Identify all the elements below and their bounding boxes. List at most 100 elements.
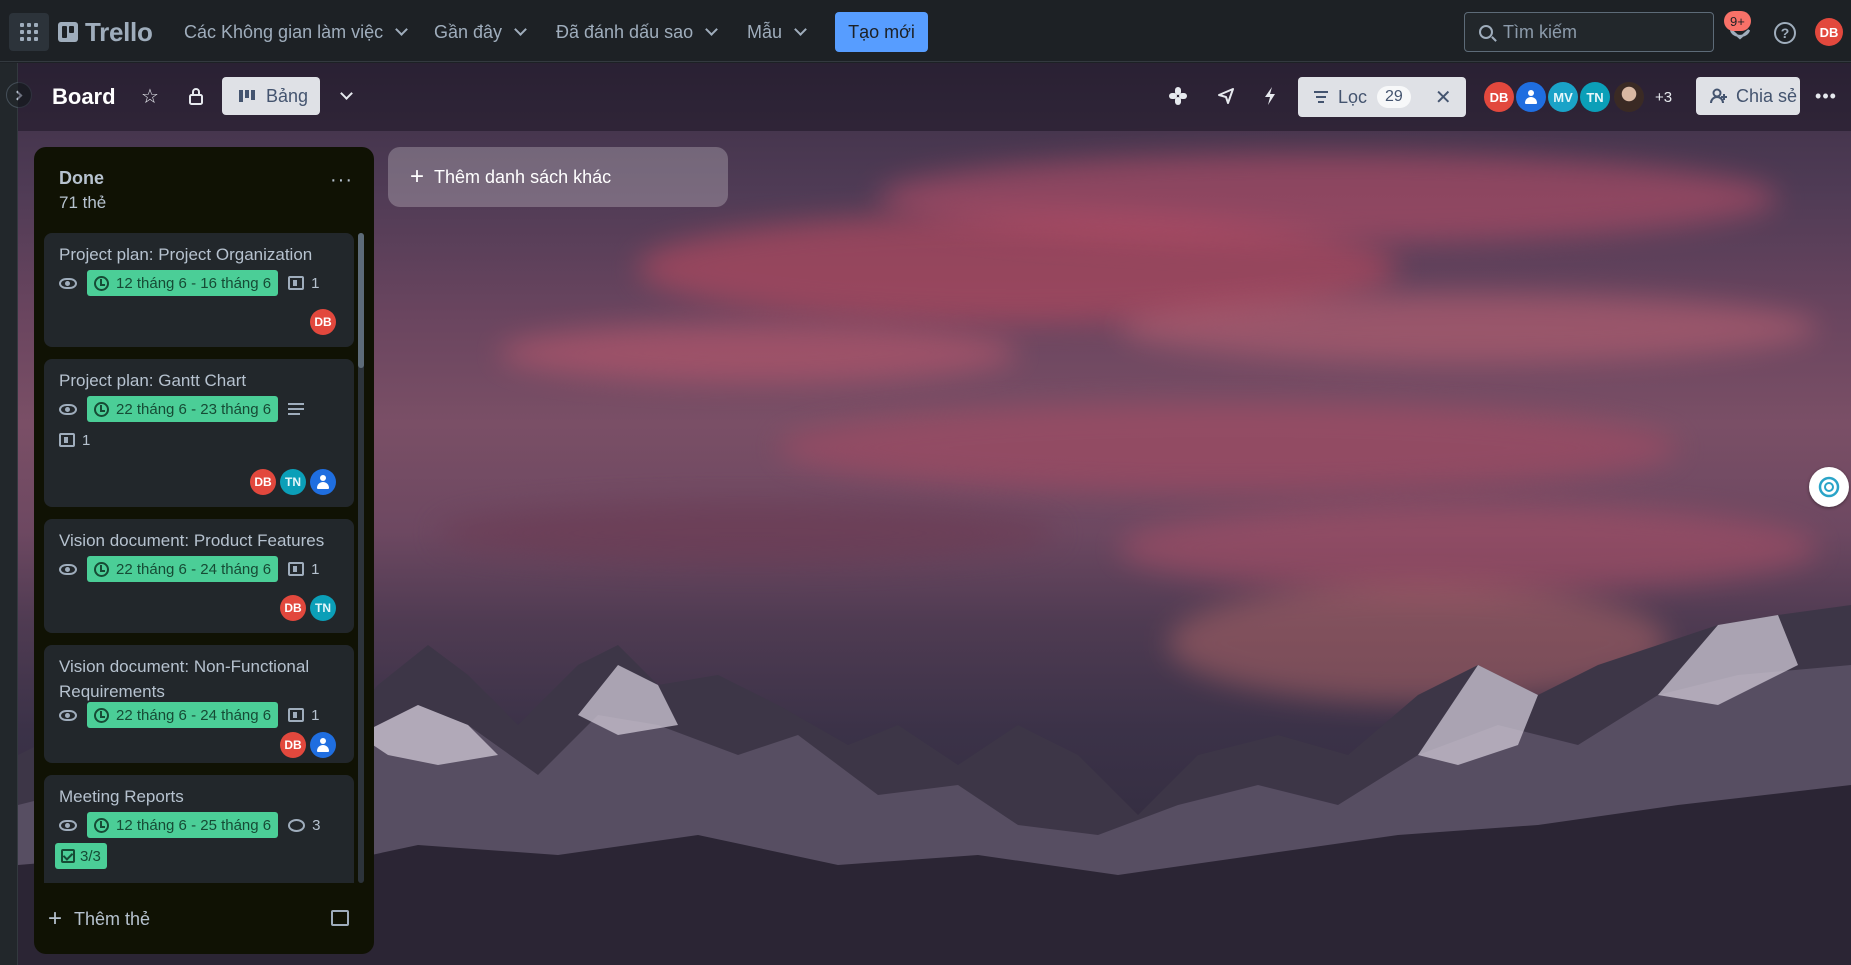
board-view-button[interactable]: Bảng xyxy=(222,77,320,115)
add-list-label: Thêm danh sách khác xyxy=(434,166,612,187)
attachment-icon xyxy=(288,562,305,576)
share-button[interactable]: Chia sẻ xyxy=(1696,77,1800,115)
due-date-badge[interactable]: 22 tháng 6 - 24 tháng 6 xyxy=(87,556,279,582)
member-avatar-mv[interactable]: MV xyxy=(1548,82,1578,112)
more-members-count[interactable]: +3 xyxy=(1655,89,1672,106)
card-member-avatar[interactable]: DB xyxy=(280,595,306,621)
top-navigation: Trello Các Không gian làm việc Gần đây Đ… xyxy=(0,0,1851,62)
card-member-avatar[interactable]: TN xyxy=(310,595,336,621)
filter-count-badge: 29 xyxy=(1377,86,1411,108)
member-avatar-tn[interactable]: TN xyxy=(1580,82,1610,112)
due-date-badge[interactable]: 12 tháng 6 - 16 tháng 6 xyxy=(87,270,279,296)
clock-icon xyxy=(94,561,109,577)
checklist-icon xyxy=(61,849,75,863)
visibility-lock-icon[interactable] xyxy=(180,80,212,112)
send-icon[interactable] xyxy=(1210,80,1242,112)
clear-filter-icon[interactable]: ✕ xyxy=(1435,85,1452,110)
board-menu-icon[interactable]: ••• xyxy=(1810,80,1842,112)
create-button[interactable]: Tạo mới xyxy=(835,12,928,52)
grid-icon xyxy=(20,23,38,41)
help-icon[interactable]: ? xyxy=(1774,22,1796,44)
chevron-down-icon xyxy=(794,23,807,36)
due-date-badge[interactable]: 12 tháng 6 - 25 tháng 6 xyxy=(87,812,279,838)
trello-logo-icon xyxy=(58,22,78,42)
due-date-badge[interactable]: 22 tháng 6 - 23 tháng 6 xyxy=(87,396,279,422)
comment-icon xyxy=(288,818,306,832)
member-avatar-db[interactable]: DB xyxy=(1484,82,1514,112)
card[interactable]: Vision document: Product Features 22 thá… xyxy=(44,519,354,633)
person-icon xyxy=(1525,90,1537,104)
clock-icon xyxy=(94,401,109,417)
checklist-badge: 3/3 xyxy=(55,843,107,869)
chevron-down-icon xyxy=(705,23,718,36)
trello-logo[interactable]: Trello xyxy=(58,14,153,50)
starred-menu-label: Đã đánh dấu sao xyxy=(556,21,694,42)
watch-icon xyxy=(59,563,77,575)
comment-count: 3 xyxy=(312,816,321,834)
card[interactable]: Project plan: Gantt Chart 22 tháng 6 - 2… xyxy=(44,359,354,507)
user-avatar[interactable]: DB xyxy=(1815,18,1843,46)
logo-text: Trello xyxy=(85,16,153,47)
recent-menu-label: Gần đây xyxy=(434,21,503,42)
attachment-icon xyxy=(288,276,305,290)
search-input[interactable]: Tìm kiếm xyxy=(1464,12,1714,52)
card[interactable]: Project plan: Project Organization 12 th… xyxy=(44,233,354,347)
clock-icon xyxy=(94,817,109,833)
card-title: Vision document: Non-Functional Requirem… xyxy=(59,657,310,701)
list-menu-icon[interactable]: ··· xyxy=(330,169,353,192)
card-member-avatar[interactable]: DB xyxy=(280,732,306,758)
power-ups-icon[interactable] xyxy=(1162,80,1194,112)
board-title[interactable]: Board xyxy=(52,84,116,110)
card-member-avatar[interactable]: DB xyxy=(310,309,336,335)
member-avatar-photo[interactable] xyxy=(1614,82,1644,112)
list-scrollbar-thumb[interactable] xyxy=(358,233,364,368)
attachment-icon xyxy=(59,433,75,447)
add-card-button[interactable]: + Thêm thẻ xyxy=(48,907,150,931)
assistant-bubble-icon[interactable] xyxy=(1809,467,1849,507)
due-date-text: 12 tháng 6 - 25 tháng 6 xyxy=(116,816,272,834)
due-date-badge[interactable]: 22 tháng 6 - 24 tháng 6 xyxy=(87,702,279,728)
due-date-text: 12 tháng 6 - 16 tháng 6 xyxy=(116,274,272,292)
watch-icon xyxy=(59,819,77,831)
watch-icon xyxy=(59,709,77,721)
board-view-icon xyxy=(239,90,255,102)
app-switcher-button[interactable] xyxy=(9,13,49,51)
card-member-avatar-anonymous[interactable] xyxy=(310,732,336,758)
card-title: Project plan: Project Organization xyxy=(59,245,313,264)
attachment-icon xyxy=(288,708,305,722)
automation-icon[interactable] xyxy=(1254,80,1286,112)
workspaces-menu[interactable]: Các Không gian làm việc xyxy=(184,14,408,50)
card[interactable]: Meeting Reports 12 tháng 6 - 25 tháng 6 … xyxy=(44,775,354,883)
recent-menu[interactable]: Gần đây xyxy=(434,14,527,50)
card[interactable]: Vision document: Non-Functional Requirem… xyxy=(44,645,354,763)
list-done: Done 71 thẻ ··· Project plan: Project Or… xyxy=(34,147,374,954)
share-label: Chia sẻ xyxy=(1736,85,1798,106)
due-date-text: 22 tháng 6 - 24 tháng 6 xyxy=(116,560,272,578)
attachment-count: 1 xyxy=(311,560,320,578)
member-avatar-anonymous[interactable] xyxy=(1516,82,1546,112)
board-view-label: Bảng xyxy=(266,85,309,106)
comment-badge: 3 xyxy=(288,817,320,834)
list-title[interactable]: Done xyxy=(59,168,104,189)
add-list-button[interactable]: + Thêm danh sách khác xyxy=(388,147,728,207)
attachment-badge: 1 xyxy=(288,707,319,724)
attachment-badge: 1 xyxy=(59,432,90,449)
due-date-text: 22 tháng 6 - 23 tháng 6 xyxy=(116,400,272,418)
attachment-badge: 1 xyxy=(288,275,319,292)
templates-menu[interactable]: Mẫu xyxy=(747,14,807,50)
chevron-down-icon xyxy=(395,23,408,36)
create-from-template-icon[interactable] xyxy=(331,910,349,926)
workspaces-menu-label: Các Không gian làm việc xyxy=(184,21,384,42)
card-title: Project plan: Gantt Chart xyxy=(59,371,247,390)
plus-icon: + xyxy=(48,905,63,932)
attachment-count: 1 xyxy=(311,274,320,292)
filter-button[interactable]: Lọc 29 ✕ xyxy=(1298,77,1466,117)
card-member-avatar[interactable]: DB xyxy=(250,469,276,495)
filter-label: Lọc xyxy=(1338,86,1368,107)
views-dropdown-button[interactable] xyxy=(327,80,359,112)
starred-menu[interactable]: Đã đánh dấu sao xyxy=(556,14,718,50)
notification-badge: 9+ xyxy=(1724,11,1751,31)
star-icon[interactable]: ☆ xyxy=(134,80,166,112)
card-member-avatar[interactable]: TN xyxy=(280,469,306,495)
card-member-avatar-anonymous[interactable] xyxy=(310,469,336,495)
